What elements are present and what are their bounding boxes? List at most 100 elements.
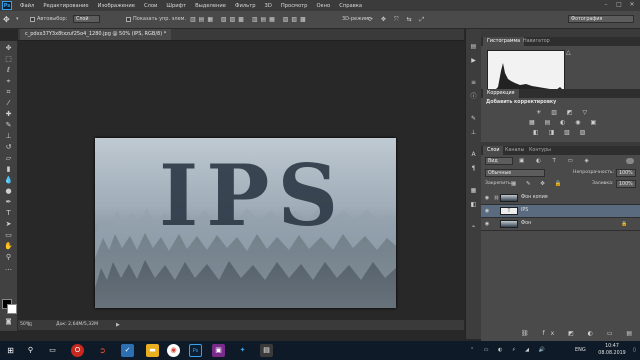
- canvas-area[interactable]: IPS: [18, 41, 464, 319]
- minimize-icon[interactable]: –: [602, 1, 610, 9]
- file-explorer-icon[interactable]: ▬: [146, 344, 159, 357]
- properties-panel-icon[interactable]: ≡: [469, 79, 478, 87]
- menu-select[interactable]: Выделение: [195, 3, 226, 9]
- corrections-icons-row3[interactable]: ◧ ◨ ▧ ▨: [533, 129, 599, 137]
- chrome-icon[interactable]: ◉: [167, 344, 180, 357]
- path-selection-tool-icon[interactable]: ➤: [3, 220, 14, 229]
- blend-mode-select[interactable]: Обычные: [485, 169, 545, 177]
- opacity-label: Непрозрачность:: [573, 170, 615, 175]
- layer-filter-icons[interactable]: ▣ ◐ T ▭ ◈: [519, 157, 589, 165]
- status-menu-arrow-icon[interactable]: ▶: [116, 321, 122, 329]
- close-icon[interactable]: ✕: [628, 1, 636, 9]
- tab-navigator[interactable]: Навигатор: [519, 37, 554, 46]
- paths-panel-icon[interactable]: ⌁: [469, 223, 478, 231]
- tool-preset-dropdown-icon[interactable]: ▾: [16, 16, 22, 23]
- workspace-select[interactable]: Фотография: [568, 15, 634, 23]
- eraser-tool-icon[interactable]: ▱: [3, 154, 14, 163]
- tab-paths[interactable]: Контуры: [525, 146, 555, 155]
- dodge-tool-icon[interactable]: ●: [3, 187, 14, 196]
- clock[interactable]: 10:47 08.08.2019: [594, 343, 630, 357]
- pen-tool-icon[interactable]: ✒: [3, 198, 14, 207]
- opacity-input[interactable]: 100%: [616, 169, 636, 177]
- zoom-tool-icon[interactable]: ⚲: [3, 253, 14, 262]
- healing-brush-tool-icon[interactable]: ✚: [3, 110, 14, 119]
- actions-panel-icon[interactable]: ▶: [469, 57, 478, 65]
- info-panel-icon[interactable]: ⓘ: [469, 93, 478, 101]
- eyedropper-tool-icon[interactable]: ⁄: [3, 99, 14, 108]
- notifications-icon[interactable]: ▯: [633, 346, 639, 355]
- eye-icon[interactable]: ◉: [484, 221, 490, 227]
- menu-view[interactable]: Просмотр: [281, 3, 308, 9]
- eye-icon[interactable]: ◉: [484, 195, 490, 201]
- brush-panel-icon[interactable]: ✎: [469, 115, 478, 123]
- app-feather-icon[interactable]: ✦: [236, 344, 249, 357]
- autoselect-checkbox[interactable]: [30, 17, 35, 22]
- menu-layers[interactable]: Слои: [144, 3, 157, 9]
- app-swirl-icon[interactable]: ➲: [96, 344, 109, 357]
- menu-filter[interactable]: Фильтр: [235, 3, 256, 9]
- tab-histogram[interactable]: Гистограмма: [483, 37, 525, 46]
- tray-icons[interactable]: ⌃ ▭ ◐ ⚡ ◢ 🔊: [470, 346, 545, 355]
- corrections-icons-row1[interactable]: ☀ ▥ ◩ ▽: [536, 109, 596, 117]
- 3d-mode-icons[interactable]: ⟳ ✥ ⤧ ⇆ ⤢: [368, 15, 438, 24]
- type-tool-icon[interactable]: T: [3, 209, 14, 218]
- lock-icons[interactable]: ▦ ✎ ✥ 🔒: [511, 180, 562, 188]
- search-icon[interactable]: ⚲: [24, 344, 37, 357]
- document-canvas[interactable]: IPS: [95, 138, 396, 308]
- background-color-swatch[interactable]: [7, 304, 17, 314]
- layer-row[interactable]: ◉ Фон 🔒: [481, 218, 640, 231]
- move-tool-icon[interactable]: ✥: [3, 15, 14, 24]
- eye-icon[interactable]: ◉: [484, 208, 490, 214]
- brush-tool-icon[interactable]: ✎: [3, 121, 14, 130]
- menu-image[interactable]: Изображение: [98, 3, 135, 9]
- menu-type[interactable]: Шрифт: [166, 3, 186, 9]
- gradient-tool-icon[interactable]: ▮: [3, 165, 14, 174]
- shape-tool-icon[interactable]: ▭: [3, 231, 14, 240]
- layers-footer-icons[interactable]: ⛓ fx ◩ ◐ ▭ ▤ 🗑: [521, 329, 640, 338]
- menu-help[interactable]: Справка: [339, 3, 362, 9]
- lasso-tool-icon[interactable]: ℓ: [3, 66, 14, 75]
- clone-source-icon[interactable]: ⊥: [469, 129, 478, 137]
- menu-edit[interactable]: Редактирование: [43, 3, 88, 9]
- crop-tool-icon[interactable]: ⌗: [3, 88, 14, 97]
- quick-select-tool-icon[interactable]: ⌖: [3, 77, 14, 86]
- history-brush-tool-icon[interactable]: ↺: [3, 143, 14, 152]
- filter-toggle[interactable]: [626, 158, 634, 164]
- layers-panel: Вид ▣ ◐ T ▭ ◈ Обычные Непрозрачность: 10…: [481, 155, 640, 341]
- marquee-tool-icon[interactable]: ⬚: [3, 55, 14, 64]
- menu-3d[interactable]: 3D: [265, 3, 272, 9]
- move-tool-icon[interactable]: ✥: [3, 44, 14, 53]
- align-distribute-icons[interactable]: ▥▤▦ ▧▨▩ ▥▤▦ ▧▨▩: [190, 15, 340, 24]
- menu-window[interactable]: Окно: [316, 3, 330, 9]
- blur-tool-icon[interactable]: 💧: [3, 176, 14, 185]
- app-blue-icon[interactable]: ✓: [121, 344, 134, 357]
- histogram-warning-icon[interactable]: △: [566, 49, 574, 57]
- start-button-icon[interactable]: ⊞: [4, 344, 17, 357]
- layer-filter-select[interactable]: Вид: [485, 157, 513, 165]
- opera-icon[interactable]: O: [71, 344, 84, 357]
- more-tools-icon[interactable]: …: [3, 264, 14, 273]
- layer-row-selected[interactable]: ◉ T IPS: [481, 205, 640, 218]
- layer-row[interactable]: ◉ ⛓ Фон копия: [481, 192, 640, 205]
- photoshop-taskbar-icon[interactable]: Ps: [189, 344, 202, 357]
- app-gray-icon[interactable]: ▤: [260, 344, 273, 357]
- quick-mask-icon[interactable]: ◙: [3, 317, 14, 326]
- fill-input[interactable]: 100%: [616, 180, 636, 188]
- input-language[interactable]: ENG: [575, 347, 586, 353]
- corrections-icons-row2[interactable]: ▦ ▤ ◐ ◉ ▣: [529, 119, 599, 127]
- tab-corrections[interactable]: Коррекция: [483, 89, 519, 98]
- history-panel-icon[interactable]: ▤: [469, 43, 478, 51]
- maximize-icon[interactable]: □: [615, 1, 623, 9]
- document-tab[interactable]: c_pdxx37Y3x8txzuf25o4_1280.jpg @ 50% (IP…: [20, 29, 172, 40]
- clone-stamp-tool-icon[interactable]: ⊥: [3, 132, 14, 141]
- hand-tool-icon[interactable]: ✋: [3, 242, 14, 251]
- styles-panel-icon[interactable]: ◧: [469, 201, 478, 209]
- swatches-panel-icon[interactable]: ▦: [469, 187, 478, 195]
- paragraph-panel-icon[interactable]: ¶: [469, 165, 478, 173]
- menu-file[interactable]: Файл: [20, 3, 34, 9]
- character-panel-icon[interactable]: A: [469, 151, 478, 159]
- app-purple-icon[interactable]: ▣: [212, 344, 225, 357]
- show-controls-checkbox[interactable]: [126, 17, 131, 22]
- task-view-icon[interactable]: ▭: [46, 344, 59, 357]
- autoselect-select[interactable]: Слой: [73, 15, 100, 23]
